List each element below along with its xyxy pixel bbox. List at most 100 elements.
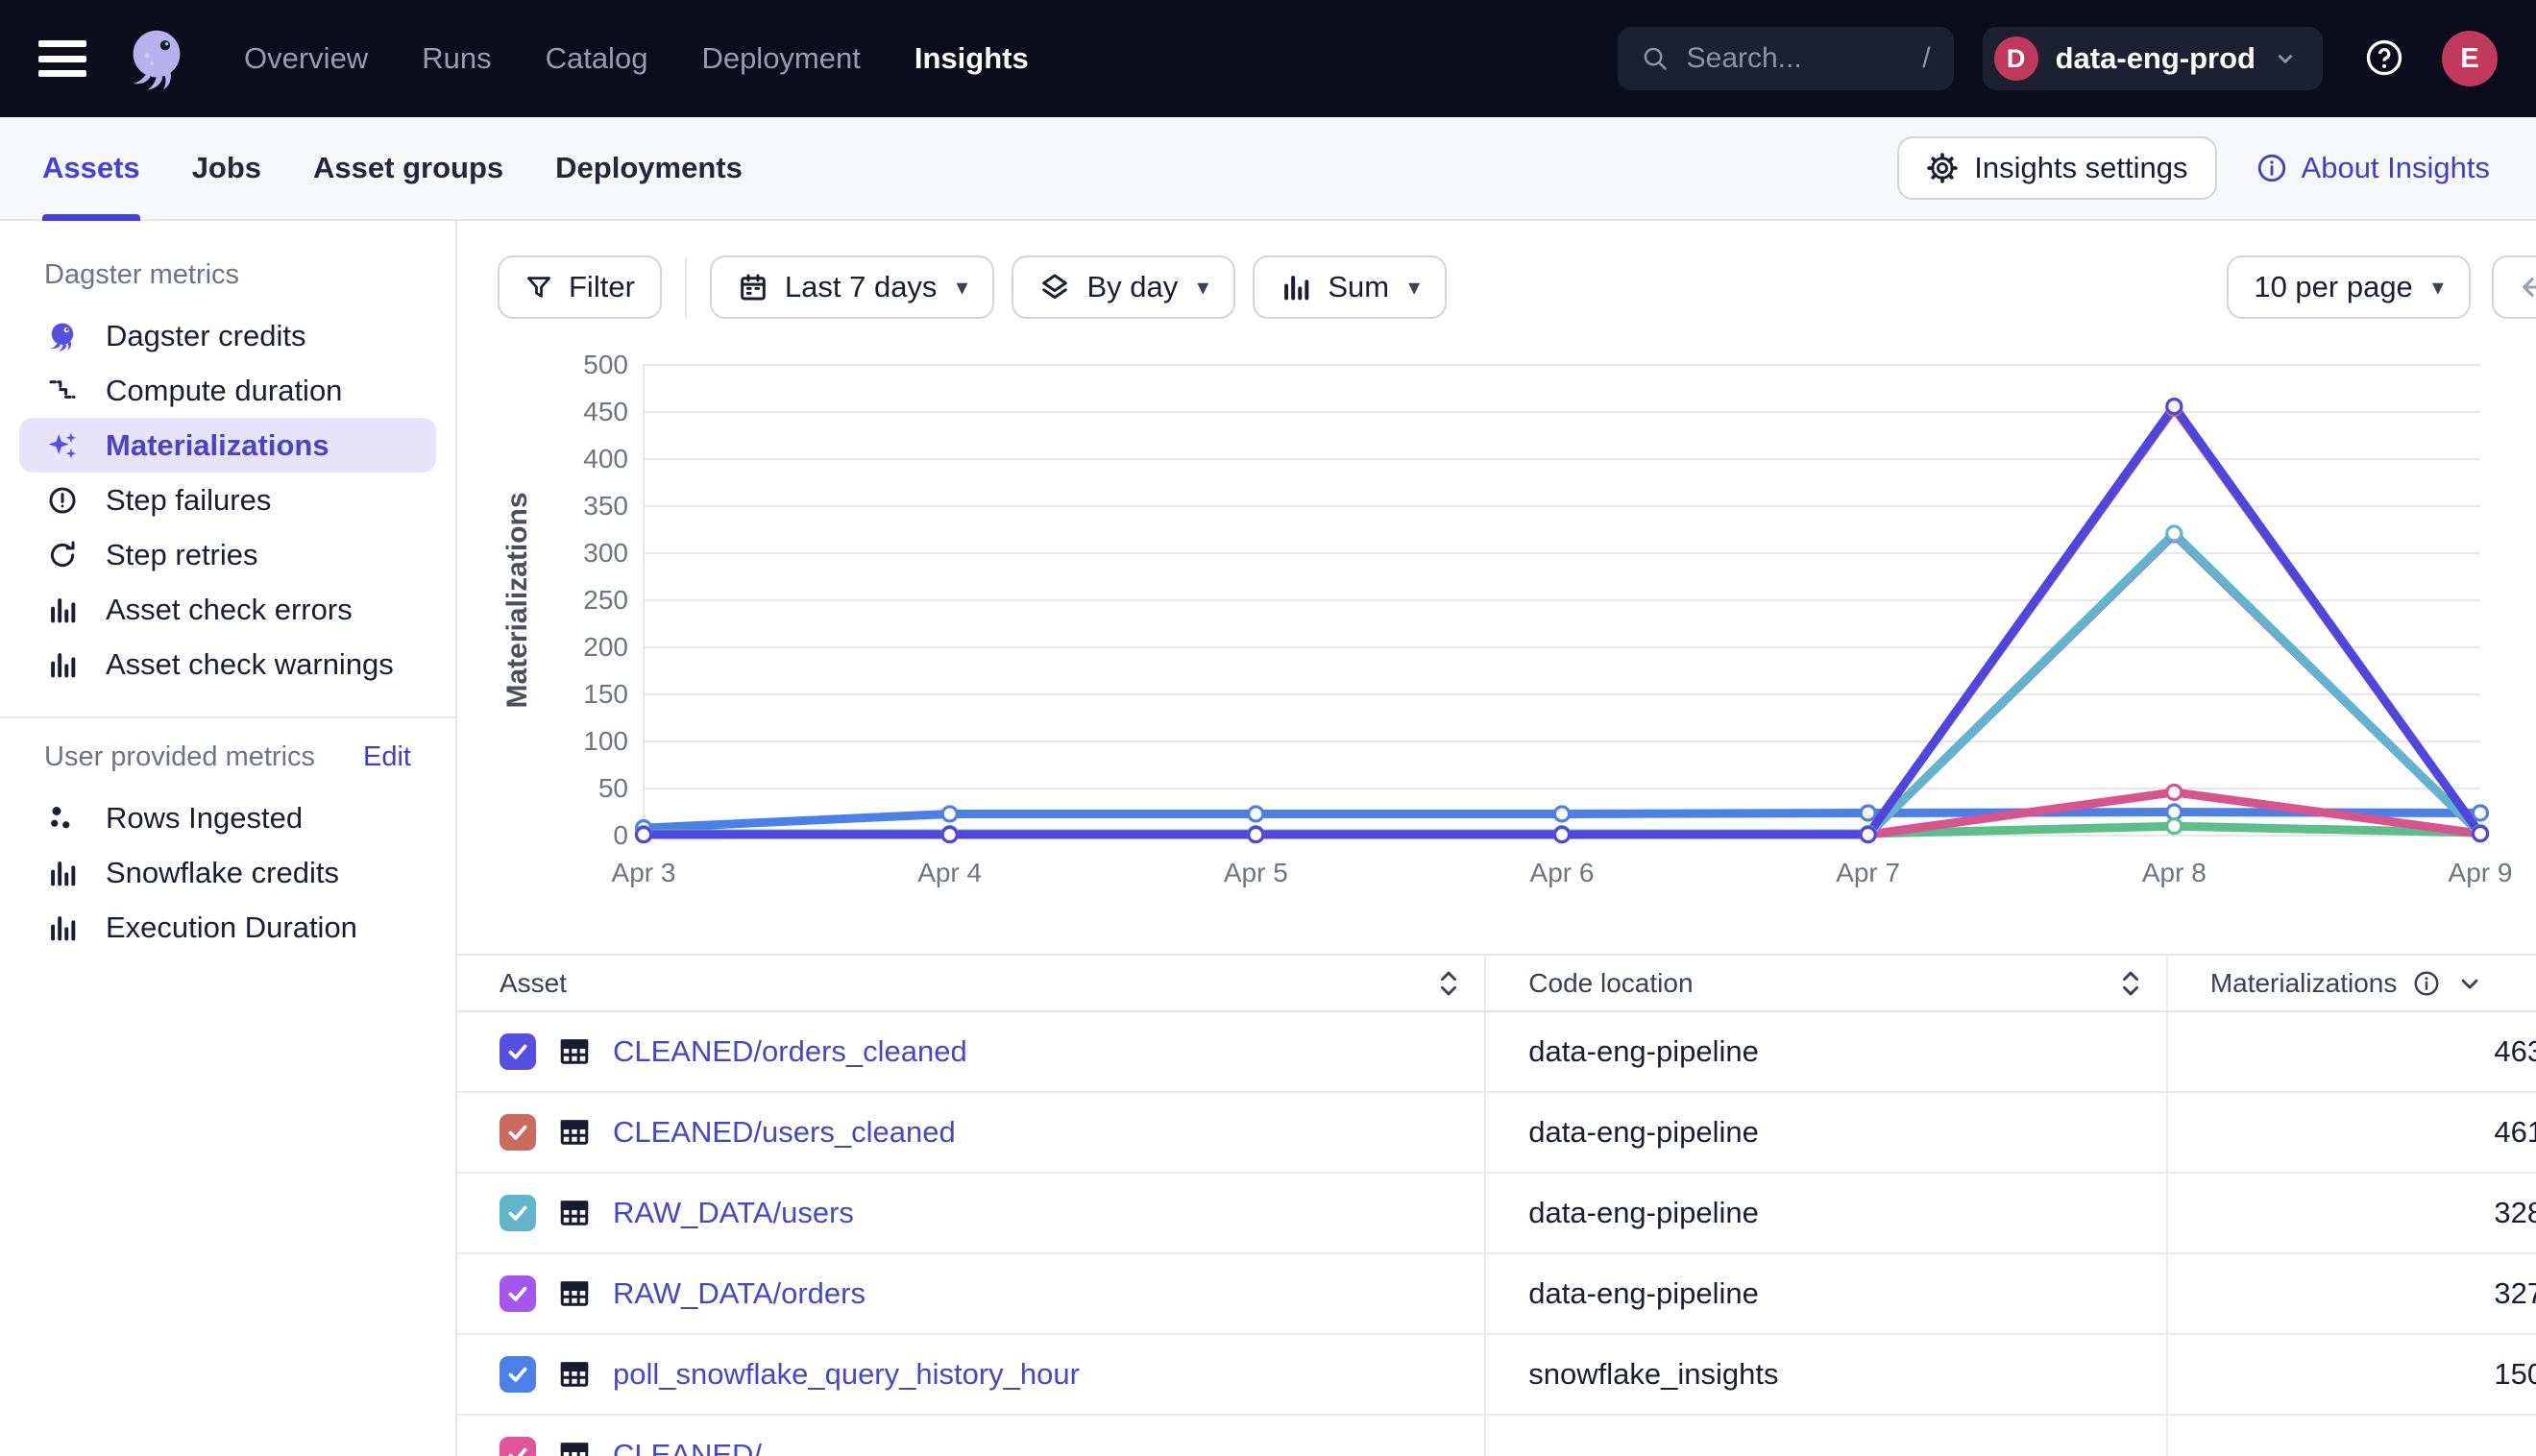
- svg-text:150: 150: [583, 679, 628, 709]
- svg-text:400: 400: [583, 444, 628, 473]
- stairs-icon: [44, 375, 81, 407]
- svg-text:250: 250: [583, 585, 628, 615]
- sidebar-item-rows-ingested[interactable]: Rows Ingested: [19, 790, 436, 845]
- per-page-dropdown[interactable]: 10 per page ▾: [2227, 255, 2471, 319]
- asset-link[interactable]: CLEANED/users_cleaned: [613, 1115, 956, 1150]
- toolbar-divider: [685, 256, 687, 318]
- sort-icon[interactable]: [2118, 968, 2143, 999]
- asset-link[interactable]: CLEANED/orders_cleaned: [613, 1034, 967, 1069]
- table-row: RAW_DATA/usersdata-eng-pipeline328+2,242…: [457, 1173, 2536, 1253]
- nav-item-runs[interactable]: Runs: [422, 41, 491, 76]
- insights-settings-button[interactable]: Insights settings: [1897, 136, 2216, 200]
- nav-item-catalog[interactable]: Catalog: [546, 41, 648, 76]
- dagster-logo[interactable]: [119, 21, 194, 96]
- sidebar-item-snowflake-credits[interactable]: Snowflake credits: [19, 845, 436, 900]
- info-icon[interactable]: [2412, 969, 2441, 998]
- svg-text:Apr 6: Apr 6: [1530, 858, 1595, 887]
- svg-text:Apr 5: Apr 5: [1224, 858, 1288, 887]
- table-row: poll_snowflake_query_history_hour snowfla…: [457, 1334, 2536, 1415]
- sidebar-item-label: Execution Duration: [106, 910, 357, 945]
- row-checkbox[interactable]: [500, 1356, 536, 1393]
- asset-link[interactable]: CLEANED/…: [613, 1438, 792, 1456]
- top-nav: Overview Runs Catalog Deployment Insights Se…: [0, 0, 2536, 117]
- svg-text:Apr 3: Apr 3: [612, 858, 676, 887]
- org-avatar: D: [1994, 36, 2038, 81]
- row-checkbox[interactable]: [500, 1114, 536, 1151]
- row-checkbox[interactable]: [500, 1033, 536, 1070]
- chart-icon: [44, 857, 81, 889]
- sidebar-divider: [0, 716, 455, 718]
- chart-icon: [44, 648, 81, 681]
- filter-button[interactable]: Filter: [498, 255, 662, 319]
- sidebar-item-dagster-credits[interactable]: Dagster credits: [19, 308, 436, 363]
- row-checkbox[interactable]: [500, 1437, 536, 1456]
- nav-item-overview[interactable]: Overview: [244, 41, 368, 76]
- search-shortcut-hint: /: [1922, 42, 1930, 75]
- sidebar-item-execution-duration[interactable]: Execution Duration: [19, 900, 436, 955]
- svg-text:0: 0: [613, 820, 628, 850]
- chevron-down-icon[interactable]: [2456, 970, 2483, 997]
- refresh-icon: [44, 539, 81, 571]
- tab-jobs[interactable]: Jobs: [192, 117, 261, 219]
- search-icon: [1641, 44, 1670, 73]
- column-label: Materializations: [2210, 968, 2398, 999]
- edit-metrics-link[interactable]: Edit: [363, 741, 411, 773]
- org-switcher[interactable]: D data-eng-prod: [1983, 27, 2323, 90]
- nav-item-deployment[interactable]: Deployment: [701, 41, 860, 76]
- dropdown-label: Sum: [1328, 270, 1389, 304]
- materializations-cell: 463: [2167, 1011, 2536, 1092]
- tab-asset-groups[interactable]: Asset groups: [313, 117, 503, 219]
- help-icon[interactable]: [2363, 37, 2405, 80]
- sidebar-item-label: Compute duration: [106, 374, 342, 408]
- column-header-code-location: Code location: [1485, 956, 2167, 1011]
- org-name: data-eng-prod: [2056, 41, 2256, 76]
- sidebar-item-label: Asset check errors: [106, 593, 353, 627]
- sidebar-item-asset-check-errors[interactable]: Asset check errors: [19, 582, 436, 637]
- funnel-icon: [524, 273, 553, 302]
- svg-text:100: 100: [583, 726, 628, 756]
- svg-text:Materializations: Materializations: [501, 492, 533, 708]
- about-insights-link[interactable]: About Insights: [2256, 151, 2490, 185]
- primary-nav: Overview Runs Catalog Deployment Insights: [244, 41, 1029, 76]
- sidebar-item-label: Step retries: [106, 538, 258, 572]
- asset-link[interactable]: RAW_DATA/orders: [613, 1276, 866, 1311]
- dropdown-sum[interactable]: Sum▾: [1253, 255, 1447, 319]
- code-location-cell: snowflake_insights: [1485, 1334, 2167, 1415]
- asset-link[interactable]: RAW_DATA/users: [613, 1196, 854, 1230]
- dropdown-last-7-days[interactable]: Last 7 days▾: [710, 255, 995, 319]
- chart-icon: [44, 594, 81, 626]
- hamburger-menu-icon[interactable]: [38, 40, 86, 77]
- row-checkbox[interactable]: [500, 1195, 536, 1231]
- prev-page-button[interactable]: [2494, 257, 2536, 317]
- sidebar-item-step-retries[interactable]: Step retries: [19, 527, 436, 582]
- code-location-cell: data-eng-pipeline: [1485, 1092, 2167, 1173]
- code-location-cell: [1485, 1415, 2167, 1456]
- insights-settings-label: Insights settings: [1974, 151, 2187, 185]
- search-input[interactable]: Search... /: [1618, 27, 1954, 90]
- svg-text:500: 500: [583, 350, 628, 379]
- asset-link[interactable]: poll_snowflake_query_history_hour: [613, 1357, 1080, 1392]
- sidebar-section-label: User provided metrics: [44, 741, 315, 773]
- svg-text:450: 450: [583, 397, 628, 426]
- sidebar-item-materializations[interactable]: Materializations: [19, 418, 436, 473]
- assets-table: AssetCode locationMaterializationsChange…: [457, 956, 2536, 1456]
- column-header-materializations: Materializations: [2167, 956, 2536, 1011]
- sort-icon[interactable]: [1436, 968, 1461, 999]
- dropdown-by-day[interactable]: By day▾: [1012, 255, 1235, 319]
- tab-assets[interactable]: Assets: [42, 117, 140, 219]
- pagination-control: Page 1 of 2 ▾: [2492, 255, 2536, 319]
- sidebar-item-compute-duration[interactable]: Compute duration: [19, 363, 436, 418]
- nav-item-insights[interactable]: Insights: [914, 41, 1029, 76]
- code-location-cell: data-eng-pipeline: [1485, 1011, 2167, 1092]
- sidebar-item-asset-check-warnings[interactable]: Asset check warnings: [19, 637, 436, 692]
- tab-deployments[interactable]: Deployments: [555, 117, 743, 219]
- dots-icon: [44, 801, 81, 836]
- table-icon: [557, 1438, 592, 1456]
- user-avatar[interactable]: E: [2442, 31, 2498, 86]
- sidebar-item-label: Step failures: [106, 483, 271, 518]
- materializations-cell: 328: [2167, 1173, 2536, 1253]
- metrics-sidebar: Dagster metricsDagster creditsCompute du…: [0, 221, 457, 1456]
- sidebar-item-step-failures[interactable]: Step failures: [19, 473, 436, 527]
- row-checkbox[interactable]: [500, 1275, 536, 1312]
- materializations-cell: [2167, 1415, 2536, 1456]
